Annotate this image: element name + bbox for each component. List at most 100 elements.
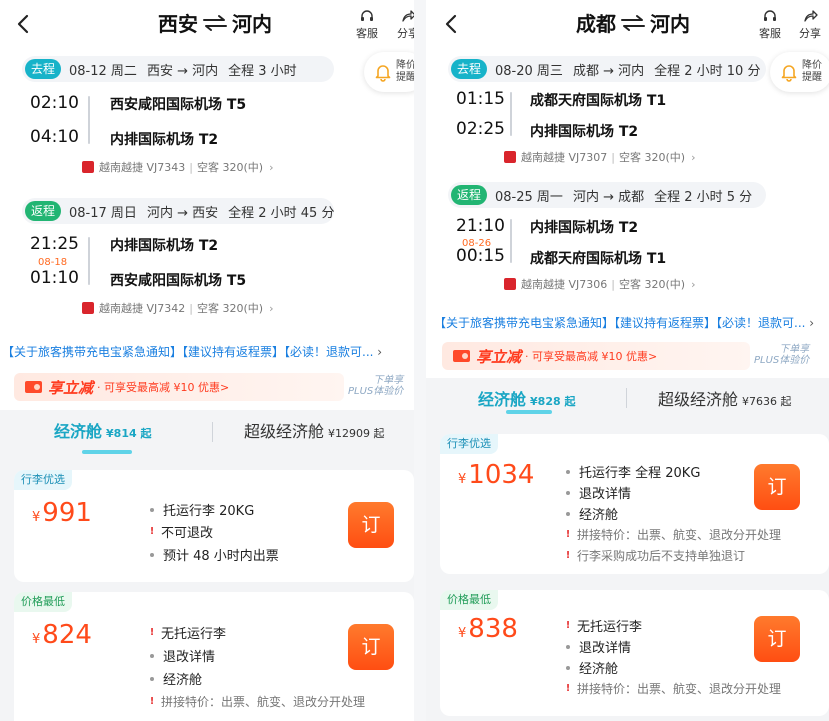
plus-price-hint: 下单享 PLUS体验价 — [754, 344, 809, 366]
plus-line2: PLUS体验价 — [754, 355, 810, 366]
outbound-flight-info[interactable]: 越南越捷 VJ7343 | 空客 320(中) › — [82, 159, 273, 175]
outbound-dep-airport: 西安咸阳国际机场 T5 — [110, 97, 247, 113]
bell-icon — [781, 65, 797, 82]
warning-icon: ! — [565, 682, 571, 694]
airline-logo-icon — [504, 278, 516, 290]
inbound-airline: 越南越捷 VJ7342 — [99, 302, 186, 315]
inbound-dep-time: 21:10 — [456, 216, 505, 236]
fare-feature: ! 无托运行李 — [565, 619, 643, 635]
fare-feature: 退改详情 — [564, 637, 631, 656]
fare-feature: 经济舱 — [148, 669, 202, 688]
inbound-date: 08-17 周日 — [69, 205, 137, 221]
customer-service-button[interactable]: 客服 — [755, 8, 785, 41]
fare-price: ¥838 — [458, 614, 518, 644]
warning-icon: ! — [565, 549, 571, 561]
promo-title: 享立减 — [48, 378, 94, 397]
origin-city: 成都 — [576, 12, 616, 36]
destination-city: 河内 — [232, 12, 272, 36]
inbound-arr-time: 00:15 — [456, 246, 505, 266]
outbound-airline: 越南越捷 VJ7343 — [99, 161, 186, 174]
book-button[interactable]: 订 — [348, 502, 394, 548]
fare-price: ¥1034 — [458, 460, 535, 490]
outbound-timeline — [510, 92, 512, 136]
fare-feature: ! 无托运行李 — [149, 626, 227, 642]
fare-feature: ! 拼接特价：出票、航变、退改分开处理 — [565, 682, 782, 696]
bell-icon — [375, 65, 391, 82]
inbound-summary: 返程 08-17 周日 河内 → 西安 全程 2 小时 45 分 — [22, 198, 334, 224]
inbound-aircraft: 空客 320(中) — [196, 302, 264, 315]
panel-chengdu-hanoi: 成都 河内 客服 分享 去程 08-20 周三 成都 → 河内 全程 2 小时 … — [426, 0, 829, 721]
promo-banner[interactable]: 享立减 · 可享受最高减 ¥10 优惠> — [442, 342, 750, 370]
book-button[interactable]: 订 — [348, 624, 394, 670]
tab-economy[interactable]: 经济舱 ¥828 起 — [478, 386, 575, 410]
outbound-summary: 去程 08-12 周二 西安 → 河内 全程 3 小时 — [22, 56, 334, 82]
share-button[interactable]: 分享 — [795, 8, 825, 41]
outbound-aircraft: 空客 320(中) — [196, 161, 264, 174]
warning-icon: ! — [565, 619, 571, 631]
inbound-aircraft: 空客 320(中) — [618, 278, 686, 291]
book-button[interactable]: 订 — [754, 616, 800, 662]
outbound-arr-airport: 内排国际机场 T2 — [110, 132, 219, 148]
fare-price: ¥824 — [32, 620, 92, 650]
tab-active-indicator — [82, 450, 132, 454]
notice-banner[interactable]: 【关于旅客携带充电宝紧急通知】【建议持有返程票】【必读！退款可... › — [2, 343, 412, 360]
inbound-summary: 返程 08-25 周一 河内 → 成都 全程 2 小时 5 分 — [448, 182, 766, 208]
notice-banner[interactable]: 【关于旅客携带充电宝紧急通知】【建议持有返程票】【必读！退款可... › — [434, 314, 826, 331]
route-title: 成都 河内 — [576, 8, 690, 37]
outbound-arr-time: 02:25 — [456, 119, 505, 139]
fare-card-baggage[interactable]: 行李优选 ¥1034 托运行李 全程 20KG 退改详情 经济舱 ! 拼接特价：出… — [440, 434, 829, 574]
inbound-route: 河内 → 西安 — [146, 205, 219, 221]
customer-service-button[interactable]: 客服 — [352, 8, 382, 41]
cabin-tabs: 经济舱 ¥814 起 超级经济舱 ¥12909 起 — [0, 410, 414, 456]
coupon-icon — [25, 381, 42, 393]
chevron-right-icon: › — [269, 160, 274, 174]
fare-feature: 经济舱 — [564, 658, 618, 677]
plus-price-hint: 下单享 PLUS体验价 — [348, 375, 403, 397]
headset-icon — [764, 10, 776, 21]
outbound-aircraft: 空客 320(中) — [618, 151, 686, 164]
price-alert-button[interactable]: 降价 提醒 — [770, 52, 829, 92]
fare-feature: 经济舱 — [564, 504, 618, 523]
tab-super-label: 超级经济舱 — [244, 422, 325, 441]
fare-feature: 预计 48 小时内出票 — [148, 545, 279, 564]
tab-economy-label: 经济舱 — [54, 422, 103, 441]
inbound-timeline — [88, 237, 90, 285]
headset-icon — [361, 10, 373, 21]
fare-badge: 行李优选 — [14, 470, 72, 490]
inbound-arr-airport: 成都天府国际机场 T1 — [530, 251, 667, 267]
plus-line1: 下单享 — [779, 344, 810, 355]
notice-text: 【关于旅客携带充电宝紧急通知】【建议持有返程票】【必读！退款可... — [2, 345, 374, 359]
inbound-dep-time: 21:25 — [30, 234, 79, 254]
cabin-tabs: 经济舱 ¥828 起 超级经济舱 ¥7636 起 — [426, 378, 829, 424]
back-arrow-icon[interactable] — [12, 12, 36, 36]
warning-icon: ! — [149, 525, 155, 537]
outbound-airline: 越南越捷 VJ7307 — [521, 151, 608, 164]
fare-feature: 退改详情 — [148, 646, 215, 665]
warning-icon: ! — [149, 626, 155, 638]
inbound-flight-info[interactable]: 越南越捷 VJ7342 | 空客 320(中) › — [82, 300, 273, 316]
warning-icon: ! — [149, 695, 155, 707]
swap-icon[interactable] — [202, 13, 228, 33]
inbound-arr-date: 08-18 — [38, 257, 68, 268]
fare-card-baggage[interactable]: 行李优选 ¥991 托运行李 20KG ! 不可退改 预计 48 小时内出票 订 — [14, 470, 414, 582]
outbound-flight-info[interactable]: 越南越捷 VJ7307 | 空客 320(中) › — [504, 149, 695, 165]
tab-super-economy[interactable]: 超级经济舱 ¥7636 起 — [658, 386, 792, 410]
share-label: 分享 — [799, 27, 821, 40]
fare-card-lowest[interactable]: 价格最低 ¥824 ! 无托运行李 退改详情 经济舱 ! 拼接特价：出票、航变、退改… — [14, 592, 414, 721]
promo-banner[interactable]: 享立减 · 可享受最高减 ¥10 优惠> — [14, 373, 344, 401]
price-alert-line2: 提醒 — [802, 72, 822, 83]
price-alert-button[interactable]: 降价 提醒 — [364, 52, 414, 92]
tab-super-economy[interactable]: 超级经济舱 ¥12909 起 — [244, 418, 385, 442]
swap-icon[interactable] — [620, 13, 646, 33]
fare-card-lowest[interactable]: 价格最低 ¥838 ! 无托运行李 退改详情 经济舱 ! 拼接特价：出票、航变、退改… — [440, 590, 829, 716]
tab-economy[interactable]: 经济舱 ¥814 起 — [54, 418, 151, 442]
inbound-tag: 返程 — [25, 201, 62, 221]
back-arrow-icon[interactable] — [440, 12, 464, 36]
inbound-flight-info[interactable]: 越南越捷 VJ7306 | 空客 320(中) › — [504, 276, 695, 292]
route-title: 西安 河内 — [158, 8, 272, 37]
share-button[interactable]: 分享 — [393, 8, 414, 41]
promo-subtitle: · 可享受最高减 ¥10 优惠> — [525, 350, 658, 363]
panel-separator — [414, 0, 426, 721]
book-button[interactable]: 订 — [754, 464, 800, 510]
fare-badge: 价格最低 — [440, 590, 498, 610]
